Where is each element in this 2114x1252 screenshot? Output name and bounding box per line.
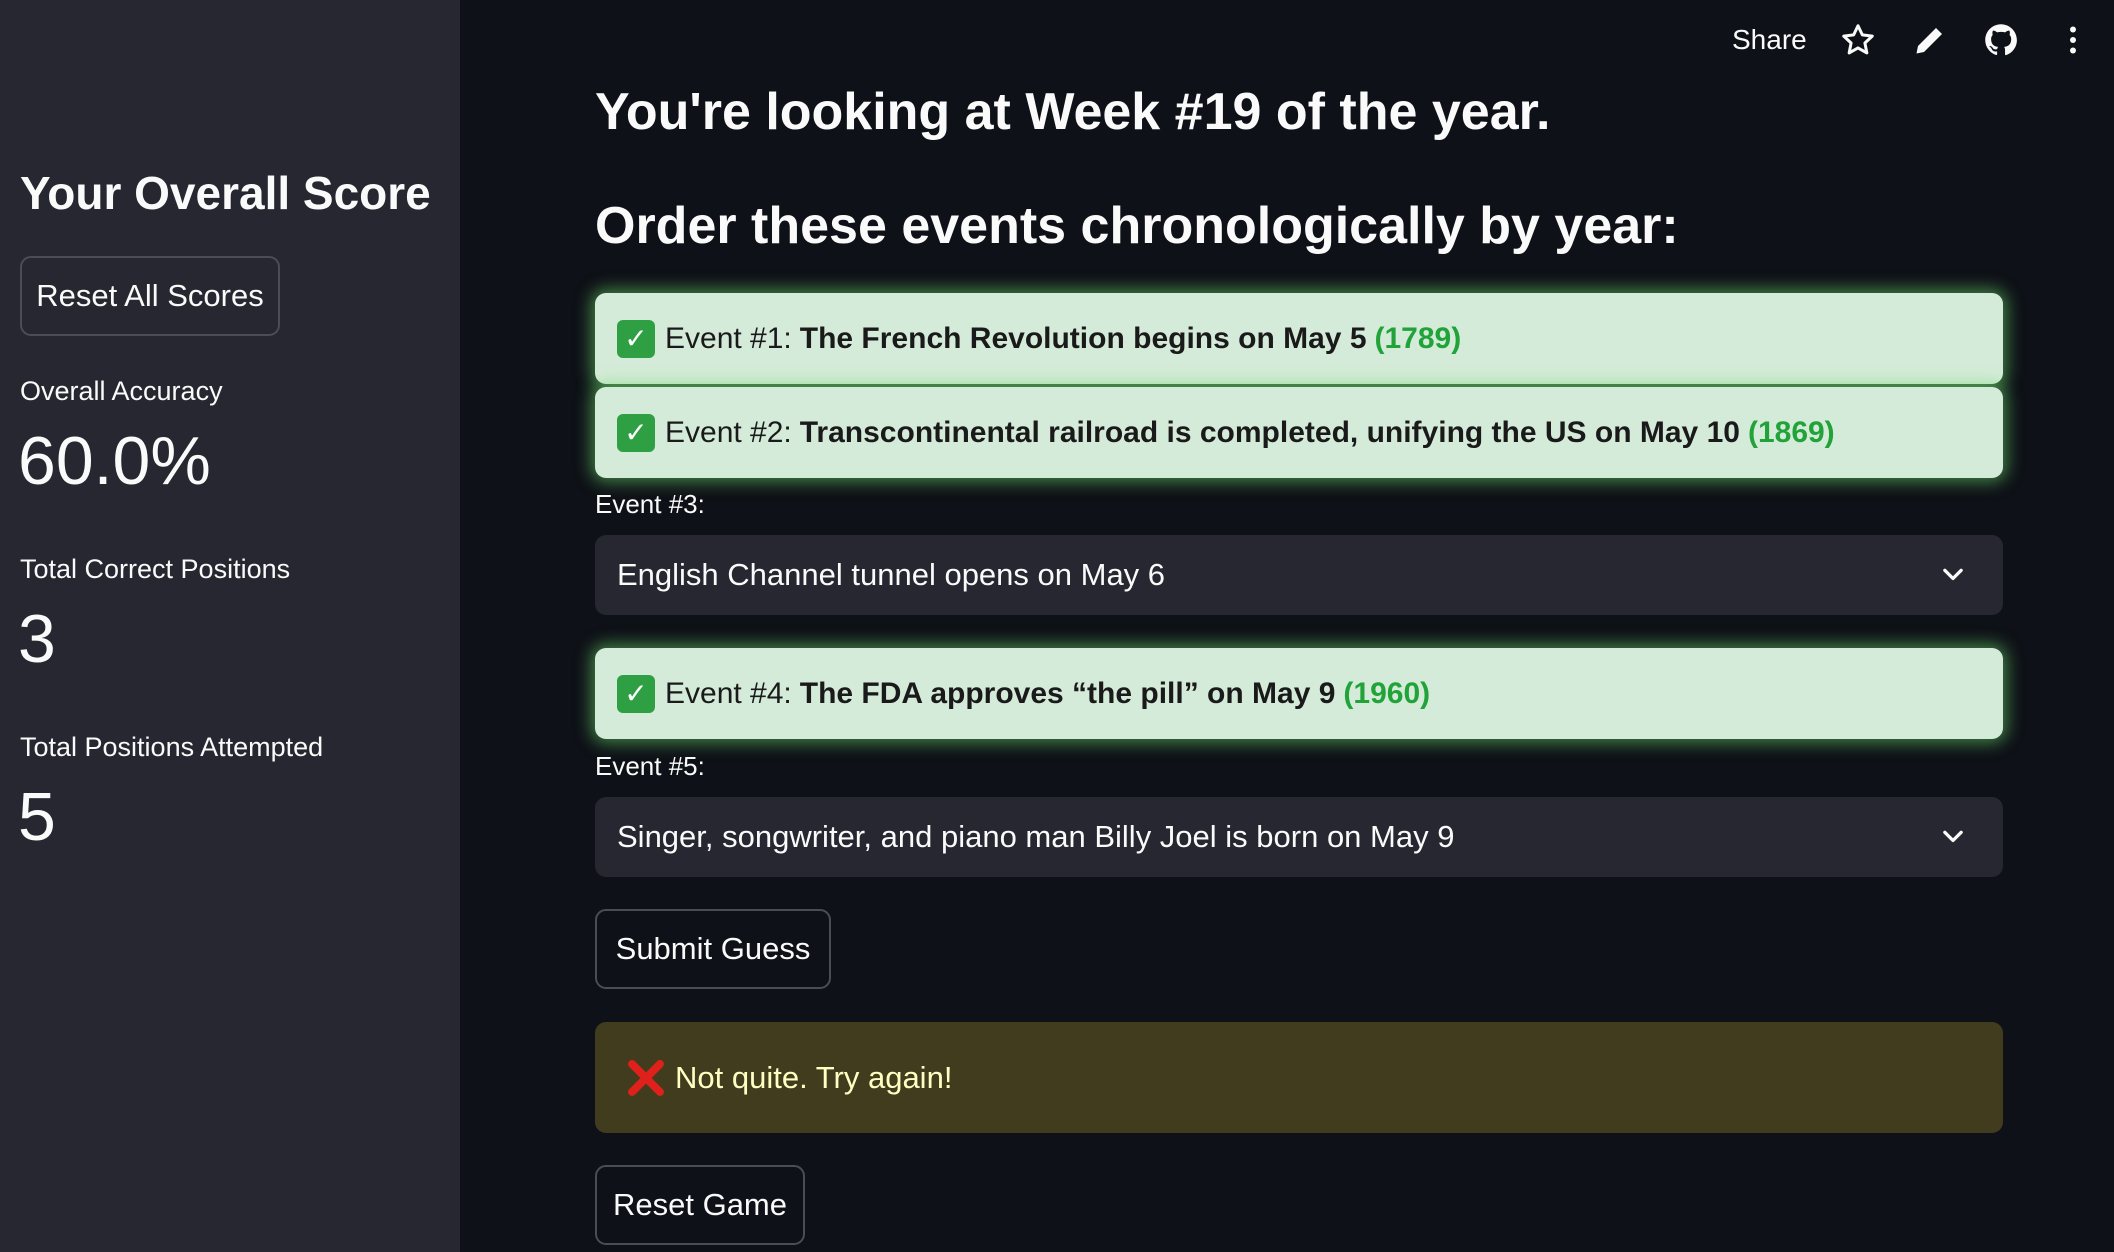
- metric-value-attempted: 5: [18, 779, 56, 855]
- event-1-year: (1789): [1374, 321, 1462, 355]
- event-4-correct: ✓ Event #4: The FDA approves “the pill” …: [595, 648, 2003, 739]
- reset-all-scores-button[interactable]: Reset All Scores: [20, 256, 280, 336]
- app: Your Overall Score Reset All Scores Over…: [0, 0, 2114, 1252]
- submit-guess-button[interactable]: Submit Guess: [595, 909, 831, 989]
- github-icon[interactable]: [1983, 22, 2019, 58]
- event-2-prefix: Event #2:: [665, 415, 792, 449]
- event-2-year: (1869): [1747, 415, 1835, 449]
- event-5-selected-value: Singer, songwriter, and piano man Billy …: [617, 819, 1455, 854]
- event-1-prefix: Event #1:: [665, 321, 792, 355]
- event-5-select[interactable]: Singer, songwriter, and piano man Billy …: [595, 797, 2003, 877]
- check-icon: ✓: [617, 413, 655, 452]
- event-2-correct: ✓ Event #2: Transcontinental railroad is…: [595, 387, 2003, 478]
- event-1-correct: ✓ Event #1: The French Revolution begins…: [595, 293, 2003, 384]
- warning-alert: Not quite. Try again!: [595, 1022, 2003, 1133]
- alert-text: Not quite. Try again!: [675, 1059, 953, 1095]
- event-3-selected-value: English Channel tunnel opens on May 6: [617, 557, 1166, 592]
- chevron-down-icon: [1943, 568, 1963, 581]
- cross-mark-icon: [628, 1059, 664, 1096]
- event-5-label: Event #5:: [595, 751, 705, 781]
- instruction-heading: Order these events chronologically by ye…: [595, 197, 1679, 255]
- week-heading: You're looking at Week #19 of the year.: [595, 83, 1551, 141]
- metric-label-accuracy: Overall Accuracy: [20, 376, 223, 406]
- event-1-text: The French Revolution begins on May 5: [799, 321, 1367, 355]
- metric-value-correct: 3: [18, 601, 56, 677]
- event-3-label: Event #3:: [595, 489, 705, 519]
- check-icon: ✓: [617, 674, 655, 713]
- event-4-prefix: Event #4:: [665, 676, 792, 710]
- metric-label-attempted: Total Positions Attempted: [20, 732, 324, 762]
- event-2-text: Transcontinental railroad is completed, …: [799, 415, 1740, 449]
- sidebar-title: Your Overall Score: [20, 167, 431, 219]
- chevron-down-icon: [1943, 830, 1963, 843]
- check-icon: ✓: [617, 319, 655, 358]
- reset-game-button[interactable]: Reset Game: [595, 1165, 805, 1245]
- metric-label-correct: Total Correct Positions: [20, 554, 291, 584]
- more-vertical-icon[interactable]: [2055, 22, 2091, 58]
- event-4-text: The FDA approves “the pill” on May 9: [799, 676, 1336, 710]
- event-4-year: (1960): [1343, 676, 1431, 710]
- star-icon[interactable]: [1840, 22, 1876, 58]
- share-button[interactable]: Share: [1732, 24, 1807, 56]
- metric-value-accuracy: 60.0%: [18, 423, 211, 499]
- pencil-icon[interactable]: [1912, 22, 1948, 58]
- sidebar: Your Overall Score Reset All Scores Over…: [0, 0, 460, 1252]
- event-3-select[interactable]: English Channel tunnel opens on May 6: [595, 535, 2003, 615]
